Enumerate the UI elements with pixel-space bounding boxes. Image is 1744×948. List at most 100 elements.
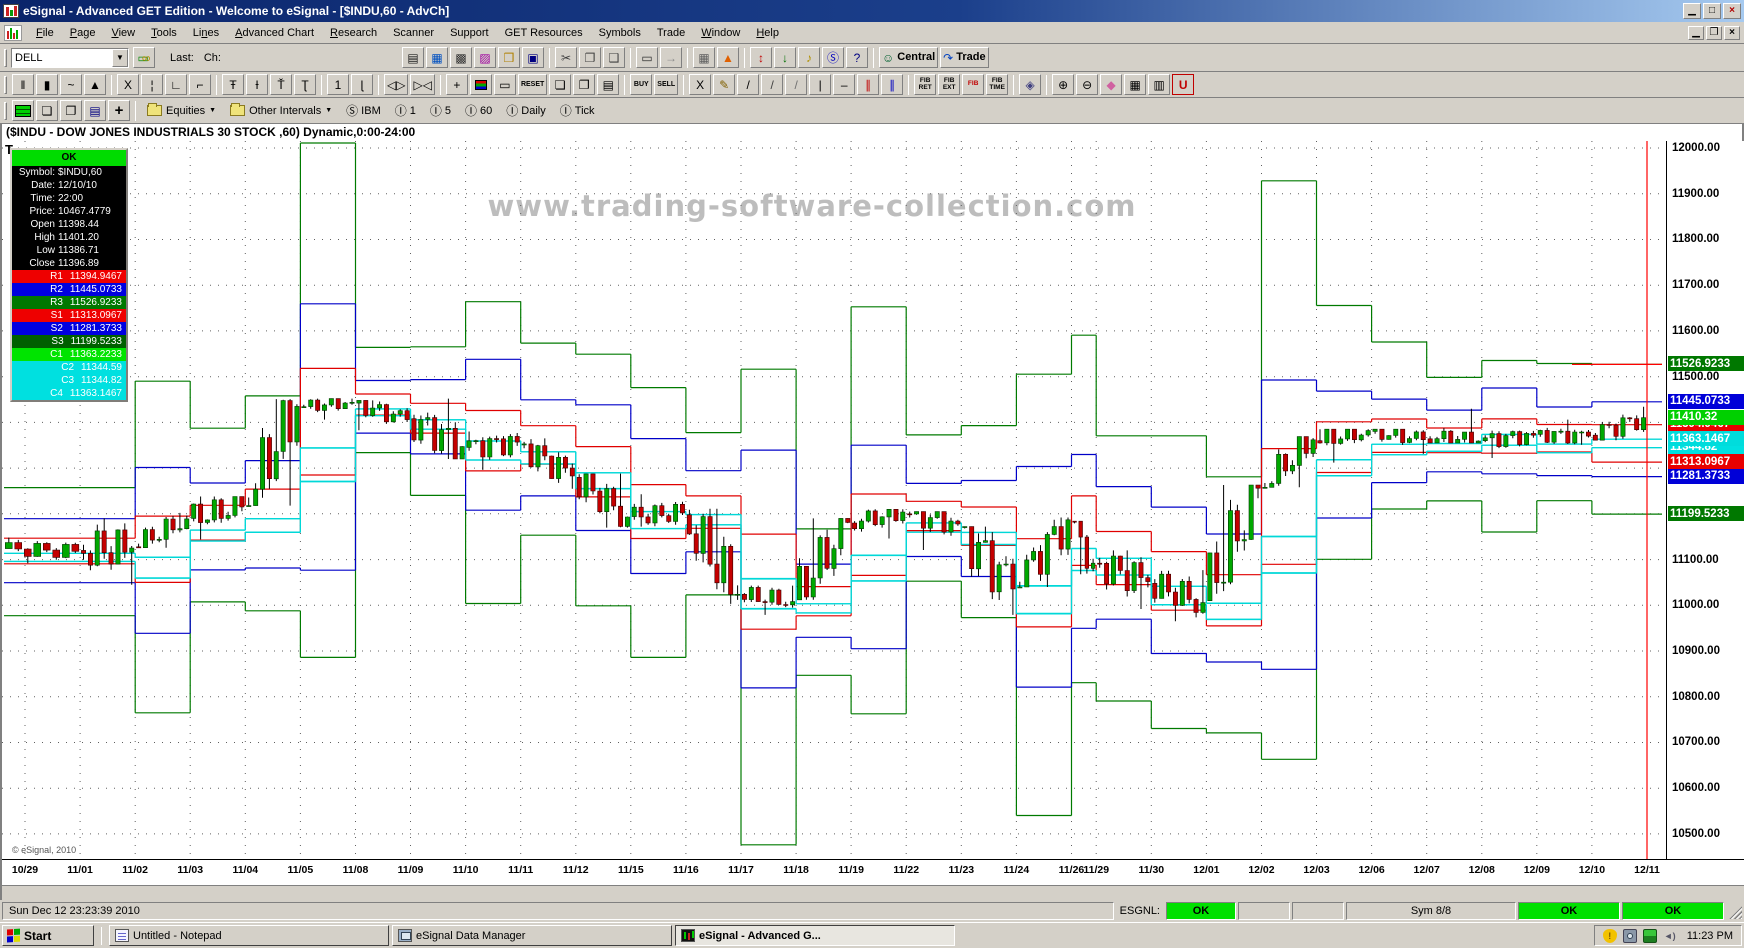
trendline-icon[interactable]: / [737, 74, 760, 95]
vertical-line-icon[interactable]: | [809, 74, 832, 95]
spread-icon[interactable]: ▭ [493, 74, 516, 95]
menu-lines[interactable]: Lines [185, 24, 227, 42]
crosshair-icon[interactable]: + [445, 74, 468, 95]
horizontal-line-icon[interactable]: ‒ [833, 74, 856, 95]
data-window-icon[interactable]: ▦ [692, 47, 715, 68]
menu-trade[interactable]: Trade [649, 24, 693, 42]
toolbar-grip[interactable] [4, 75, 7, 94]
drag-drop-study-icon[interactable]: ◈ [1019, 74, 1042, 95]
title-bar[interactable]: eSignal - Advanced GET Edition - Welcome… [0, 0, 1744, 22]
add-page-icon[interactable]: + [108, 100, 130, 121]
parallel-lines-blue-icon[interactable]: ∥ [881, 74, 904, 95]
fib-extension-button[interactable]: FIB EXT [938, 74, 961, 95]
sell-button[interactable]: SELL [654, 74, 679, 95]
delete-tool-icon[interactable]: X [689, 74, 712, 95]
interval-shortcut-5[interactable]: Ⓘ 5 [430, 102, 451, 119]
paste-icon[interactable]: ❑ [602, 47, 625, 68]
symbol-search-icon[interactable]: Ⓢ [821, 47, 844, 68]
menu-help[interactable]: Help [748, 24, 787, 42]
zoom-in-icon[interactable]: ⊕ [1052, 74, 1075, 95]
security-shield-icon[interactable]: ! [1602, 928, 1617, 943]
eraser-icon[interactable]: ◆ [1100, 74, 1123, 95]
task-button-esignal-advanced-g-[interactable]: eSignal - Advanced G... [675, 925, 955, 946]
notes-icon[interactable]: ▥ [1148, 74, 1171, 95]
interval-shortcut-tick[interactable]: Ⓘ Tick [560, 102, 595, 119]
cut-icon[interactable]: ✂ [554, 47, 577, 68]
new-window-icon[interactable]: ❏ [549, 74, 572, 95]
expand-bars-icon[interactable]: ◁▷ [384, 74, 409, 95]
trade-button[interactable]: ↷ Trade [940, 47, 989, 68]
mdi-restore-button[interactable]: ❐ [1706, 25, 1722, 40]
mdi-close-button[interactable]: × [1724, 25, 1740, 40]
snap-grid-icon[interactable]: ▦ [1124, 74, 1147, 95]
chart-properties-icon[interactable]: ▤ [597, 74, 620, 95]
date-axis[interactable]: 10/29 11/01 11/02 11/03 11/04 11/05 11/08 11/09… [2, 859, 1744, 885]
equities-dropdown[interactable]: Equities ▼ [147, 103, 216, 117]
menu-file[interactable]: File [28, 24, 62, 42]
fib-circle-button[interactable]: FIB [962, 74, 985, 95]
menu-window[interactable]: Window [693, 24, 748, 42]
toolbar-grip[interactable] [4, 101, 7, 120]
elliott-tool-icon[interactable]: Ŧ [222, 74, 244, 95]
central-button[interactable]: ☺ Central [878, 47, 939, 68]
alert-bell-icon[interactable]: ♪ [797, 47, 820, 68]
renko-icon[interactable]: ⌐ [189, 74, 211, 95]
reset-button[interactable]: RESET [517, 74, 548, 95]
menu-symbols[interactable]: Symbols [591, 24, 649, 42]
chart-canvas[interactable]: www.trading-software-collection.com © eS… [2, 141, 1662, 859]
menu-view[interactable]: View [103, 24, 143, 42]
save-page-icon[interactable]: ▣ [521, 47, 544, 68]
maximize-button[interactable]: □ [1703, 3, 1721, 19]
parallel-lines-red-icon[interactable]: ∥ [857, 74, 880, 95]
network-status-icon[interactable] [1642, 928, 1657, 943]
gann-tool-icon[interactable]: Ɨ [246, 74, 268, 95]
compress-bars-icon[interactable]: ▷◁ [410, 74, 435, 95]
menu-research[interactable]: Research [322, 24, 385, 42]
snapshot-icon[interactable] [1622, 928, 1637, 943]
menu-tools[interactable]: Tools [143, 24, 185, 42]
print-icon[interactable]: ▭ [635, 47, 658, 68]
candlestick-style-icon[interactable]: ▮ [36, 74, 58, 95]
resize-grip[interactable] [1726, 903, 1742, 919]
cascade-windows-icon[interactable]: ❐ [60, 100, 82, 121]
option-chain-icon[interactable]: ▨ [473, 47, 496, 68]
u-study-button[interactable]: U [1172, 74, 1195, 95]
line-style-icon[interactable]: ~ [60, 74, 82, 95]
stop-level-icon[interactable]: ɭ [351, 74, 373, 95]
menu-get-resources[interactable]: GET Resources [497, 24, 591, 42]
close-button[interactable]: × [1723, 3, 1741, 19]
task-button-esignal-data-manager[interactable]: eSignal Data Manager [392, 925, 672, 946]
tick-bars-icon[interactable]: ¦ [141, 74, 163, 95]
symbol-combobox[interactable]: DELL ▼ [11, 47, 129, 68]
tick-arrows-icon[interactable]: ↕ [749, 47, 772, 68]
fib-time-button[interactable]: FIB TIME [986, 74, 1009, 95]
symbol-link-icon[interactable]: ▭ ∞ [133, 47, 155, 68]
minimize-button[interactable]: ▁ [1683, 3, 1701, 19]
hot-list-icon[interactable]: ▲ [716, 47, 739, 68]
menu-scanner[interactable]: Scanner [385, 24, 442, 42]
symbol-shortcut-ibm[interactable]: Ⓢ IBM [346, 102, 381, 119]
new-chart-icon[interactable]: ▦ [425, 47, 448, 68]
bar-chart-style-icon[interactable]: ‖ [12, 74, 34, 95]
trendline-ray-icon[interactable]: / [785, 74, 808, 95]
chevron-down-icon[interactable]: ▼ [112, 48, 128, 67]
start-button[interactable]: Start [2, 925, 94, 946]
task-button-untitled-notepad[interactable]: Untitled - Notepad [109, 925, 389, 946]
go-icon[interactable]: → [659, 47, 682, 68]
area-style-icon[interactable]: ▲ [84, 74, 106, 95]
price-axis[interactable]: 12000.00 11900.00 11800.00 11700.00 11600.00… [1668, 141, 1744, 859]
volume-icon[interactable]: ◄) [1663, 929, 1677, 943]
xtl-tool-icon[interactable]: Ʈ [294, 74, 316, 95]
fib-retracement-button[interactable]: FIB RET [914, 74, 937, 95]
buy-button[interactable]: BUY [630, 74, 653, 95]
chart-plot[interactable] [2, 141, 1662, 859]
open-page-icon[interactable]: ❒ [497, 47, 520, 68]
context-help-icon[interactable]: ? [845, 47, 868, 68]
quote-board-icon[interactable]: ▩ [449, 47, 472, 68]
tile-windows-icon[interactable]: ❏ [36, 100, 58, 121]
menu-page[interactable]: Page [62, 24, 104, 42]
color-bars-icon[interactable] [469, 74, 492, 95]
other-intervals-dropdown[interactable]: Other Intervals ▼ [230, 103, 332, 117]
interval-shortcut-1[interactable]: Ⓘ 1 [395, 102, 416, 119]
zoom-out-icon[interactable]: ⊖ [1076, 74, 1099, 95]
